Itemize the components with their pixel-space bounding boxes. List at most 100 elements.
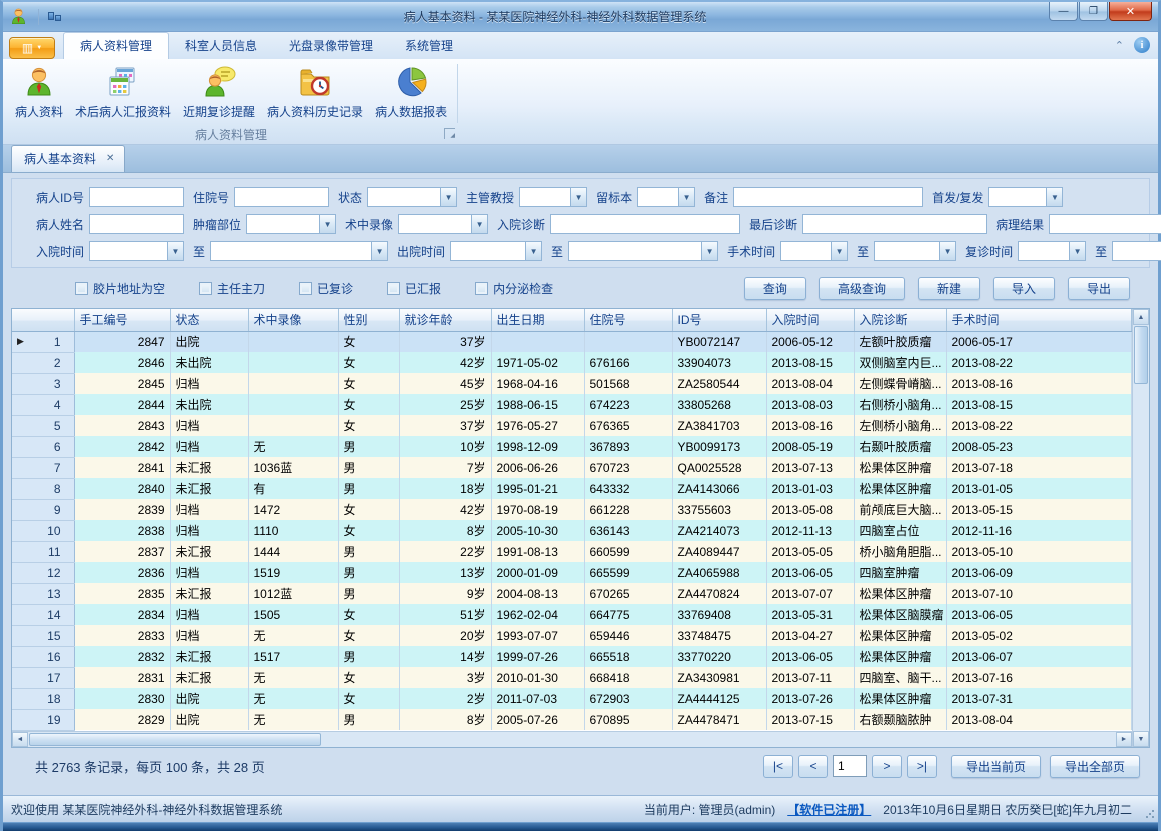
grid-cell[interactable]: YB0099173 (672, 436, 766, 457)
page-number-input[interactable] (833, 755, 867, 777)
grid-cell[interactable]: 2006-05-17 (946, 331, 1132, 352)
checkbox-icon[interactable] (75, 282, 88, 295)
grid-cell[interactable]: 2842 (74, 436, 170, 457)
grid-cell[interactable]: 1971-05-02 (491, 352, 584, 373)
table-row[interactable]: 62842归档无男10岁1998-12-09367893YB0099173200… (12, 436, 1132, 457)
vscroll-track[interactable] (1133, 385, 1149, 731)
combo-value[interactable] (1018, 241, 1069, 261)
scroll-left-icon[interactable]: ◄ (12, 732, 28, 747)
combo-value[interactable] (398, 214, 471, 234)
grid-cell[interactable]: 1472 (248, 499, 338, 520)
grid-cell[interactable]: 45岁 (399, 373, 491, 394)
grid-cell[interactable]: 女 (338, 520, 399, 541)
grid-cell[interactable]: 2013-07-16 (946, 667, 1132, 688)
grid-cell[interactable]: ZA2580544 (672, 373, 766, 394)
combo-value[interactable] (988, 187, 1046, 207)
grid-cell[interactable]: 男 (338, 541, 399, 562)
grid-cell[interactable]: 33755603 (672, 499, 766, 520)
grid-cell[interactable]: 676166 (584, 352, 672, 373)
grid-cell[interactable]: 1962-02-04 (491, 604, 584, 625)
grid-cell[interactable]: 1993-07-07 (491, 625, 584, 646)
license-link[interactable]: 【软件已注册】 (787, 801, 871, 818)
grid-cell[interactable]: 2013-07-11 (766, 667, 854, 688)
grid-cell[interactable]: 13 (12, 583, 74, 604)
grid-cell[interactable]: QA0025528 (672, 457, 766, 478)
column-header[interactable]: 入院时间 (766, 309, 854, 331)
grid-cell[interactable]: 2 (12, 352, 74, 373)
grid-cell[interactable]: 未汇报 (170, 457, 248, 478)
grid-cell[interactable]: 出院 (170, 331, 248, 352)
grid-cell[interactable]: 1505 (248, 604, 338, 625)
grid-cell[interactable]: 7 (12, 457, 74, 478)
grid-cell[interactable]: 女 (338, 373, 399, 394)
dropdown-arrow-icon[interactable]: ▼ (1069, 241, 1086, 261)
action-button-高级查询[interactable]: 高级查询 (819, 277, 905, 300)
grid-cell[interactable]: 8岁 (399, 520, 491, 541)
grid-cell[interactable]: 501568 (584, 373, 672, 394)
grid-cell[interactable] (248, 331, 338, 352)
grid-cell[interactable]: 3岁 (399, 667, 491, 688)
grid-cell[interactable]: 1012蓝 (248, 583, 338, 604)
action-button-新建[interactable]: 新建 (918, 277, 980, 300)
filter-combobox[interactable]: ▼ (450, 241, 542, 261)
grid-cell[interactable]: 无 (248, 625, 338, 646)
grid-cell[interactable]: 14岁 (399, 646, 491, 667)
column-header[interactable]: 入院诊断 (854, 309, 946, 331)
grid-cell[interactable]: 2013-08-22 (946, 415, 1132, 436)
dropdown-arrow-icon[interactable]: ▼ (939, 241, 956, 261)
combo-value[interactable] (89, 241, 167, 261)
grid-cell[interactable]: 1110 (248, 520, 338, 541)
ribbon-tab[interactable]: 系统管理 (389, 33, 469, 59)
grid-cell[interactable]: 2013-07-18 (946, 457, 1132, 478)
grid-cell[interactable]: 左侧蝶骨嵴脑... (854, 373, 946, 394)
grid-cell[interactable]: ZA4089447 (672, 541, 766, 562)
filter-input[interactable] (89, 187, 184, 207)
combo-value[interactable] (568, 241, 701, 261)
export-all-pages-button[interactable]: 导出全部页 (1050, 755, 1140, 778)
table-row[interactable]: 112837未汇报1444男22岁1991-08-13660599ZA40894… (12, 541, 1132, 562)
grid-cell[interactable]: 松果体区肿瘤 (854, 688, 946, 709)
grid-cell[interactable]: 左额叶胶质瘤 (854, 331, 946, 352)
last-page-button[interactable]: >| (907, 755, 937, 778)
filter-combobox[interactable]: ▼ (1112, 241, 1161, 261)
grid-cell[interactable] (248, 373, 338, 394)
grid-cell[interactable]: 2846 (74, 352, 170, 373)
filter-combobox[interactable]: ▼ (568, 241, 718, 261)
dropdown-arrow-icon[interactable]: ▼ (831, 241, 848, 261)
grid-cell[interactable]: YB0072147 (672, 331, 766, 352)
column-header[interactable]: 性别 (338, 309, 399, 331)
grid-cell[interactable]: 14 (12, 604, 74, 625)
prev-page-button[interactable]: < (798, 755, 828, 778)
grid-cell[interactable]: 2013-08-04 (946, 709, 1132, 730)
grid-cell[interactable]: 四脑室、脑干... (854, 667, 946, 688)
ribbon-button[interactable]: 近期复诊提醒 (177, 62, 261, 122)
dropdown-arrow-icon[interactable]: ▼ (1046, 187, 1063, 207)
grid-cell[interactable]: 33904073 (672, 352, 766, 373)
grid-cell[interactable]: 2013-08-15 (946, 394, 1132, 415)
grid-cell[interactable]: 670895 (584, 709, 672, 730)
grid-cell[interactable]: 2013-05-02 (946, 625, 1132, 646)
grid-cell[interactable]: 2013-07-26 (766, 688, 854, 709)
grid-cell[interactable]: 367893 (584, 436, 672, 457)
filter-combobox[interactable]: ▼ (246, 214, 336, 234)
grid-cell[interactable]: ZA4143066 (672, 478, 766, 499)
grid-cell[interactable]: 33805268 (672, 394, 766, 415)
scroll-down-icon[interactable]: ▼ (1133, 731, 1149, 747)
table-row[interactable]: 32845归档女45岁1968-04-16501568ZA25805442013… (12, 373, 1132, 394)
grid-cell[interactable]: 2847 (74, 331, 170, 352)
grid-cell[interactable]: 2013-06-05 (766, 562, 854, 583)
column-header[interactable]: ID号 (672, 309, 766, 331)
grid-cell[interactable]: 8 (12, 478, 74, 499)
grid-cell[interactable]: 670265 (584, 583, 672, 604)
grid-cell[interactable]: 665518 (584, 646, 672, 667)
grid-cell[interactable]: 归档 (170, 373, 248, 394)
grid-cell[interactable]: 668418 (584, 667, 672, 688)
grid-cell[interactable]: 1991-08-13 (491, 541, 584, 562)
grid-cell[interactable]: 664775 (584, 604, 672, 625)
checkbox-icon[interactable] (299, 282, 312, 295)
grid-cell[interactable]: 2013-05-15 (946, 499, 1132, 520)
grid-cell[interactable] (584, 331, 672, 352)
grid-cell[interactable]: 2831 (74, 667, 170, 688)
grid-cell[interactable]: 桥小脑角胆脂... (854, 541, 946, 562)
application-menu-button[interactable]: ▥ ▼ (9, 37, 55, 59)
